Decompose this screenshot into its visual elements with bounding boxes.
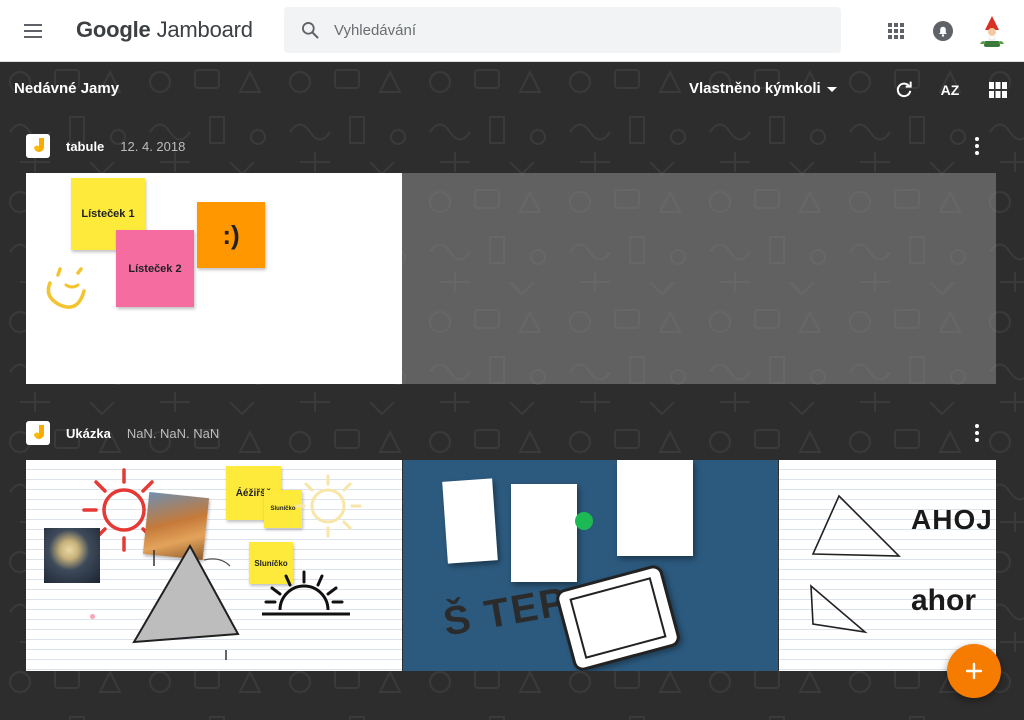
document-card xyxy=(511,484,577,582)
logo-product-text: Jamboard xyxy=(156,17,253,42)
sort-az-button[interactable]: AZ xyxy=(938,78,962,102)
search-icon[interactable] xyxy=(300,20,320,40)
more-vert-icon xyxy=(975,424,979,428)
sort-az-icon: AZ xyxy=(940,82,960,98)
night-photo xyxy=(44,528,100,583)
sticky-note: :) xyxy=(197,202,265,268)
jam-frame-thumbnail[interactable]: Áéžiřšč Sluníčko Sluníčko xyxy=(26,460,402,671)
grid-view-button[interactable] xyxy=(986,78,1010,102)
jamboard-icon xyxy=(26,134,50,158)
jam-date: NaN. NaN. NaN xyxy=(126,425,220,441)
recent-jams-title: Nedávné Jamy xyxy=(14,80,120,97)
jam-date: 12. 4. 2018 xyxy=(120,138,186,154)
new-jam-button[interactable] xyxy=(947,644,1001,698)
apps-grid-icon xyxy=(888,23,892,27)
document-card xyxy=(442,478,498,564)
frame-text: ahor xyxy=(911,584,977,617)
owner-filter-dropdown[interactable]: Vlastněno kýmkoli xyxy=(689,80,837,97)
hamburger-icon xyxy=(24,30,42,32)
triangle-drawing-icon xyxy=(810,584,868,634)
search-bar[interactable] xyxy=(284,7,841,53)
jam-name: Ukázka xyxy=(66,425,111,441)
app-logo[interactable]: Google Jamboard xyxy=(76,17,253,43)
frame-text: Š TEP xyxy=(440,579,572,645)
plus-icon xyxy=(965,662,983,680)
jam-more-button[interactable] xyxy=(974,423,980,443)
jam-frames-strip: Áéžiřšč Sluníčko Sluníčko Š TEP AHOJ aho… xyxy=(26,460,996,671)
smiley-drawing-icon xyxy=(46,267,86,309)
jam-frame-thumbnail[interactable]: Š TEP xyxy=(403,460,778,671)
faint-sun-drawing-icon xyxy=(294,474,362,538)
jam-header[interactable]: tabule 12. 4. 2018 xyxy=(26,134,996,158)
triangle-drawing-icon xyxy=(811,494,901,557)
frame-text: AHOJ xyxy=(911,504,993,535)
top-app-bar: Google Jamboard xyxy=(0,0,1024,62)
green-circle-mark xyxy=(575,512,593,530)
jam-frames-strip: Lísteček 1 Lísteček 2 :) xyxy=(26,173,996,384)
sticky-note: Lísteček 2 xyxy=(116,230,194,307)
hamburger-icon xyxy=(24,36,42,38)
notifications-button[interactable] xyxy=(931,19,955,43)
jamboard-icon xyxy=(26,421,50,445)
google-apps-button[interactable] xyxy=(886,21,906,41)
more-vert-icon xyxy=(975,137,979,141)
refresh-button[interactable] xyxy=(892,78,916,102)
sunset-drawing-icon xyxy=(262,570,350,616)
main-menu-button[interactable] xyxy=(18,19,48,43)
refresh-icon xyxy=(896,81,912,98)
dot-mark xyxy=(90,614,95,619)
owner-filter-label: Vlastněno kýmkoli xyxy=(689,80,821,97)
hamburger-icon xyxy=(24,24,42,26)
grid-view-icon xyxy=(989,82,1007,98)
jam-frame-thumbnail[interactable]: Lísteček 1 Lísteček 2 :) xyxy=(26,173,402,384)
gnome-avatar-icon xyxy=(980,16,1004,47)
bell-icon xyxy=(933,21,953,41)
jam-more-button[interactable] xyxy=(974,136,980,156)
jam-frame-thumbnail[interactable]: AHOJ ahor xyxy=(779,460,996,671)
document-card xyxy=(617,460,693,556)
account-avatar[interactable] xyxy=(976,14,1008,48)
jam-header[interactable]: Ukázka NaN. NaN. NaN xyxy=(26,421,996,445)
search-input[interactable] xyxy=(334,21,794,39)
jam-name: tabule xyxy=(66,138,105,154)
logo-google-text: Google xyxy=(76,17,151,42)
caret-down-icon xyxy=(826,87,837,92)
